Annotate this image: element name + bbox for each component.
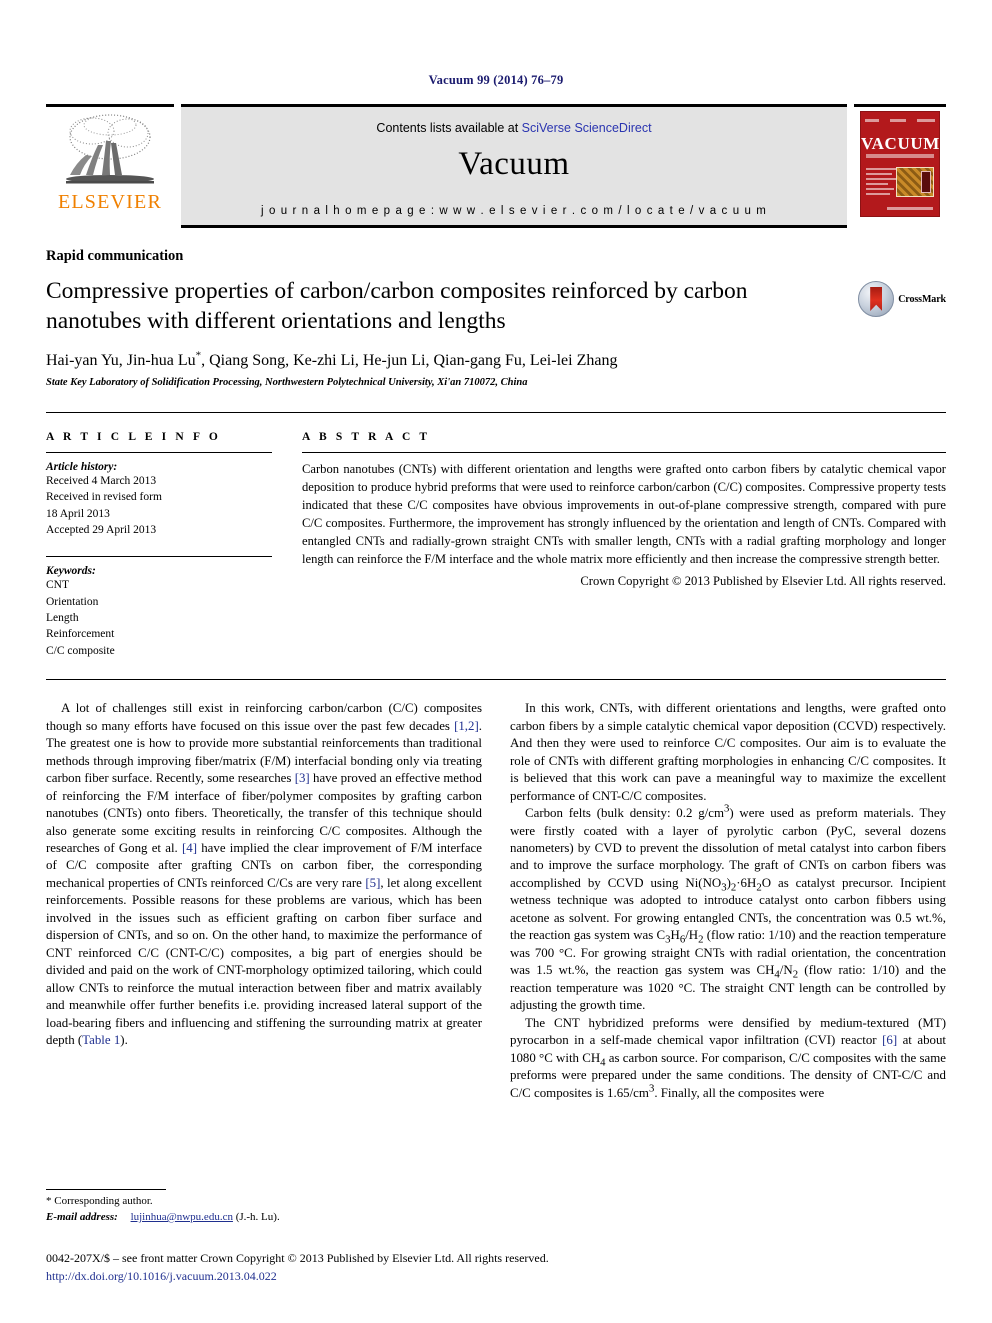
- title-row: Compressive properties of carbon/carbon …: [46, 265, 946, 336]
- journal-homepage-line[interactable]: j o u r n a l h o m e p a g e : w w w . …: [181, 205, 847, 217]
- keywords-block: Keywords: CNT Orientation Length Reinfor…: [46, 556, 272, 659]
- article-history-item: Received in revised form: [46, 491, 162, 504]
- elsevier-wordmark: ELSEVIER: [57, 191, 163, 213]
- paper-page: Vacuum 99 (2014) 76–79 ELSEVIER Contents…: [0, 0, 992, 1323]
- keyword-item: Length: [46, 612, 79, 625]
- journal-title: Vacuum: [458, 146, 570, 182]
- journal-cover-block: VACUUM: [854, 104, 946, 228]
- contents-available-line: Contents lists available at SciVerse Sci…: [181, 107, 847, 135]
- crossmark-label: CrossMark: [898, 293, 946, 305]
- journal-header-band: Contents lists available at SciVerse Sci…: [181, 104, 847, 228]
- email-line: E-mail address: lujinhua@nwpu.edu.cn (J.…: [46, 1210, 476, 1226]
- article-history-label: Article history:: [46, 461, 118, 474]
- affiliation: State Key Laboratory of Solidification P…: [46, 377, 528, 389]
- body-paragraph: A lot of challenges still exist in reinf…: [46, 701, 482, 1048]
- abstract-copyright: Crown Copyright © 2013 Published by Else…: [580, 574, 946, 589]
- body-paragraph: The CNT hybridized preforms were densifi…: [510, 1015, 946, 1100]
- cover-micrograph-image: [896, 167, 934, 197]
- info-abstract-block: A R T I C L E I N F O Article history: R…: [46, 412, 946, 659]
- cover-top-bar: [865, 116, 935, 124]
- divider: [302, 452, 946, 454]
- abstract-column: A B S T R A C T Carbon nanotubes (CNTs) …: [302, 431, 946, 659]
- body-column-right: In this work, CNTs, with different orien…: [510, 700, 946, 1102]
- cover-footer-bar: [887, 207, 933, 210]
- elsevier-tree-icon: [66, 114, 154, 184]
- article-history-item: Accepted 29 April 2013: [46, 524, 157, 537]
- email-link[interactable]: lujinhua@nwpu.edu.cn: [121, 1211, 233, 1223]
- divider: [46, 452, 272, 454]
- issn-copyright-line: 0042-207X/$ – see front matter Crown Cop…: [46, 1251, 549, 1266]
- article-history-item: 18 April 2013: [46, 507, 110, 520]
- contents-prefix: Contents lists available at: [376, 121, 522, 135]
- keyword-item: C/C composite: [46, 644, 115, 657]
- abstract-text: Carbon nanotubes (CNTs) with different o…: [302, 462, 946, 566]
- author-list: Hai-yan Yu, Jin-hua Lu*, Qiang Song, Ke-…: [46, 349, 618, 370]
- email-suffix: (J.-h. Lu).: [235, 1211, 280, 1224]
- article-history-item: Received 4 March 2013: [46, 475, 157, 488]
- body-paragraph: Carbon felts (bulk density: 0.2 g/cm3) w…: [510, 802, 947, 1013]
- corresponding-author-line: * Corresponding author.: [46, 1195, 153, 1208]
- body-column-left: A lot of challenges still exist in reinf…: [46, 700, 482, 1102]
- crossmark-icon: [858, 281, 895, 317]
- sciencedirect-link[interactable]: SciVerse ScienceDirect: [522, 121, 652, 135]
- body-paragraph: In this work, CNTs, with different orien…: [510, 701, 946, 803]
- cover-editor-lines: [866, 168, 900, 198]
- body-columns: A lot of challenges still exist in reinf…: [46, 700, 946, 1102]
- article-info-column: A R T I C L E I N F O Article history: R…: [46, 431, 272, 659]
- crossmark-badge-group[interactable]: CrossMark: [858, 281, 946, 317]
- keyword-item: Orientation: [46, 595, 99, 608]
- journal-masthead: ELSEVIER Contents lists available at Sci…: [46, 104, 946, 228]
- publisher-logo-block: ELSEVIER: [46, 104, 174, 228]
- cover-title: VACUUM: [861, 134, 940, 153]
- abstract-heading: A B S T R A C T: [302, 431, 431, 444]
- keyword-item: CNT: [46, 579, 69, 592]
- keyword-item: Reinforcement: [46, 628, 115, 641]
- divider: [46, 556, 272, 558]
- corresponding-author-footnote: * Corresponding author. E-mail address: …: [46, 1189, 476, 1226]
- email-label: E-mail address:: [46, 1211, 118, 1224]
- page-footer: 0042-207X/$ – see front matter Crown Cop…: [46, 1250, 946, 1285]
- article-info-heading: A R T I C L E I N F O: [46, 431, 221, 444]
- article-type: Rapid communication: [46, 248, 184, 264]
- body-divider: [46, 679, 946, 681]
- keywords-label: Keywords:: [46, 565, 96, 578]
- page-title: Compressive properties of carbon/carbon …: [46, 278, 748, 335]
- journal-cover-thumbnail: VACUUM: [860, 111, 940, 217]
- doi-link[interactable]: http://dx.doi.org/10.1016/j.vacuum.2013.…: [46, 1268, 946, 1285]
- cover-subtitle-bar: [866, 154, 934, 158]
- footnote-divider: [46, 1189, 166, 1191]
- running-head: Vacuum 99 (2014) 76–79: [428, 73, 564, 87]
